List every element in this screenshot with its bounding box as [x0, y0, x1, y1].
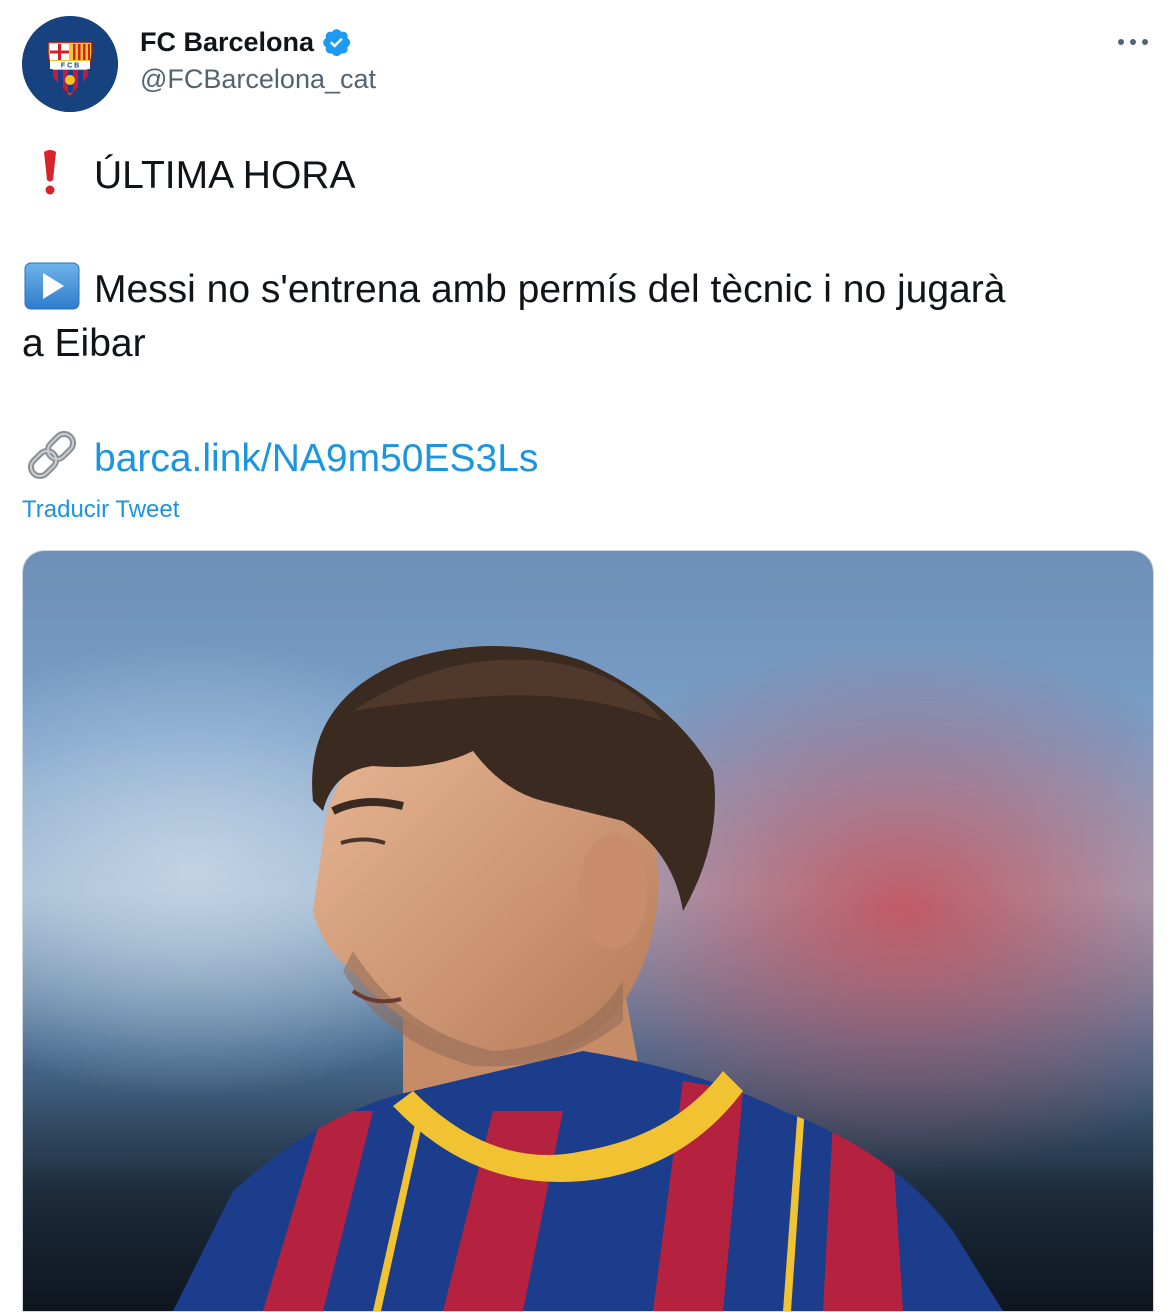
verified-badge-icon	[323, 29, 351, 57]
red-exclamation-icon	[22, 148, 80, 196]
fcb-crest-icon: F C B	[22, 16, 118, 112]
user-handle[interactable]: @FCBarcelona_cat	[140, 64, 376, 95]
name-row: FC Barcelona	[140, 22, 352, 62]
tweet-line-1: ÚLTIMA HORA	[22, 148, 355, 203]
tweet-media-photo[interactable]	[22, 550, 1154, 1312]
tweet-text-line-2a: Messi no s'entrena amb permís del tècnic…	[94, 268, 1006, 311]
display-name[interactable]: FC Barcelona	[140, 27, 314, 58]
svg-text:F C B: F C B	[61, 63, 79, 70]
translate-tweet-link[interactable]: Traducir Tweet	[22, 496, 179, 524]
play-button-icon	[22, 262, 80, 310]
tweet-line-2b: a Eibar	[22, 322, 146, 365]
tweet-link-line: barca.link/NA9m50ES3Ls	[22, 431, 538, 486]
avatar[interactable]: F C B	[22, 16, 118, 112]
player-photo	[23, 551, 1153, 1311]
tweet-line-2: Messi no s'entrena amb permís del tècnic…	[22, 262, 1005, 317]
more-options-button[interactable]	[1106, 24, 1160, 60]
tweet-link[interactable]: barca.link/NA9m50ES3Ls	[94, 437, 538, 480]
tweet-text-line-1: ÚLTIMA HORA	[94, 154, 356, 197]
tweet-card: F C B FC Barcelona @FCBarcelona_cat ÚLTI…	[0, 0, 1174, 1312]
more-icon	[1118, 39, 1148, 45]
link-icon	[22, 431, 80, 479]
